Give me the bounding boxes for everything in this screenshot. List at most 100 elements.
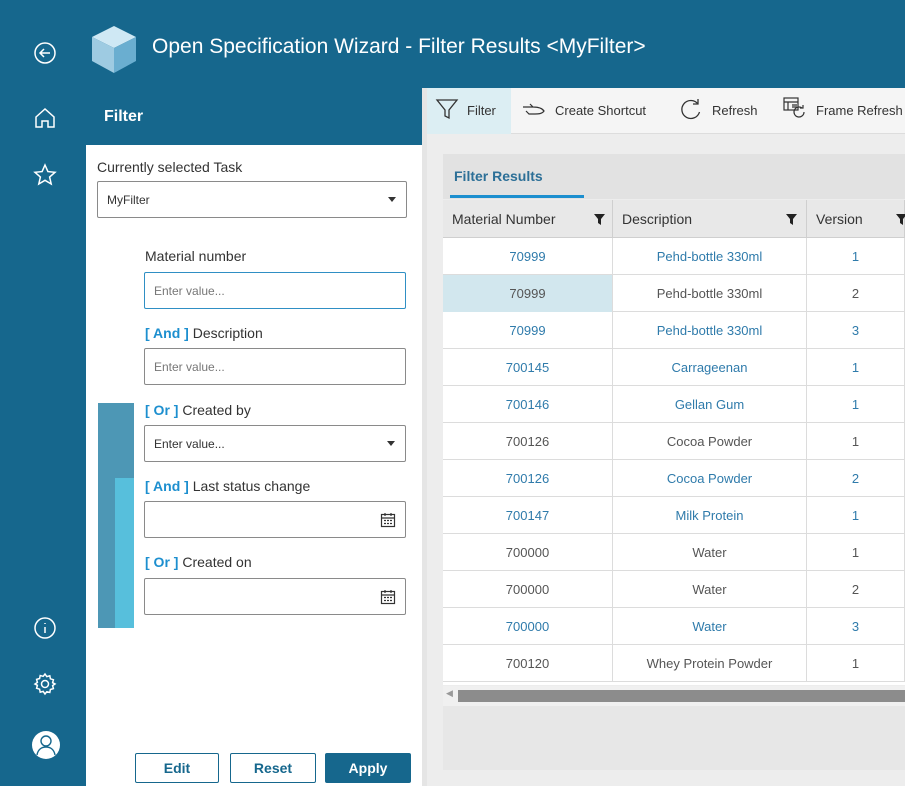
material-number-placeholder: Enter value... — [154, 284, 225, 298]
cell-description[interactable]: Milk Protein — [613, 497, 807, 534]
column-filter-icon[interactable] — [896, 214, 905, 225]
frame-refresh-icon[interactable] — [782, 96, 808, 122]
back-arrow-icon[interactable] — [33, 41, 57, 65]
created-on-label: [ Or ] Created on — [145, 554, 252, 570]
edit-button[interactable]: Edit — [135, 753, 219, 783]
table-row[interactable]: 700146 Gellan Gum 1 — [443, 386, 905, 423]
group-bracket-inner[interactable] — [115, 478, 134, 628]
cell-description[interactable]: Pehd-bottle 330ml — [613, 312, 807, 349]
column-header-version[interactable]: Version — [807, 200, 905, 238]
cell-description[interactable]: Gellan Gum — [613, 386, 807, 423]
chevron-down-icon — [388, 197, 396, 202]
operator-and-toggle[interactable]: [ And ] — [145, 478, 189, 494]
column-filter-icon[interactable] — [786, 214, 797, 225]
material-number-label: Material number — [145, 248, 247, 264]
created-by-placeholder: Enter value... — [154, 437, 225, 451]
shortcut-hand-icon[interactable] — [521, 96, 547, 122]
table-row[interactable]: 700126 Cocoa Powder 1 — [443, 423, 905, 460]
cell-material-number[interactable]: 70999 — [443, 238, 613, 275]
cell-version[interactable]: 1 — [807, 386, 905, 423]
horizontal-scroll-thumb[interactable] — [458, 690, 905, 702]
operator-or-toggle[interactable]: [ Or ] — [145, 554, 178, 570]
cell-version[interactable]: 2 — [807, 571, 905, 608]
cell-version[interactable]: 1 — [807, 497, 905, 534]
table-row[interactable]: 70999 Pehd-bottle 330ml 2 — [443, 275, 905, 312]
star-icon[interactable] — [33, 163, 57, 187]
operator-and-toggle[interactable]: [ And ] — [145, 325, 189, 341]
task-select-value: MyFilter — [107, 193, 150, 207]
cell-description[interactable]: Carrageenan — [613, 349, 807, 386]
created-on-date-input[interactable] — [144, 578, 406, 615]
scroll-left-arrow-icon[interactable]: ◀ — [446, 689, 453, 699]
table-row[interactable]: 700000 Water 1 — [443, 534, 905, 571]
table-row[interactable]: 700120 Whey Protein Powder 1 — [443, 645, 905, 682]
column-header-description[interactable]: Description — [613, 200, 807, 238]
description-input[interactable]: Enter value... — [144, 348, 406, 385]
table-row[interactable]: 700126 Cocoa Powder 2 — [443, 460, 905, 497]
table-row[interactable]: 700000 Water 3 — [443, 608, 905, 645]
cell-material-number[interactable]: 700145 — [443, 349, 613, 386]
user-avatar-icon[interactable] — [31, 730, 61, 760]
cell-description[interactable]: Water — [613, 571, 807, 608]
refresh-icon[interactable] — [678, 96, 704, 122]
refresh-button[interactable]: Refresh — [712, 103, 758, 118]
cell-material-number[interactable]: 70999 — [443, 275, 613, 312]
cell-description[interactable]: Water — [613, 608, 807, 645]
cell-version[interactable]: 1 — [807, 349, 905, 386]
cell-material-number[interactable]: 700126 — [443, 460, 613, 497]
table-row[interactable]: 70999 Pehd-bottle 330ml 3 — [443, 312, 905, 349]
calendar-icon[interactable] — [380, 512, 396, 528]
cell-version[interactable]: 2 — [807, 275, 905, 312]
cell-material-number[interactable]: 700147 — [443, 497, 613, 534]
funnel-icon[interactable] — [434, 96, 460, 122]
reset-button[interactable]: Reset — [230, 753, 316, 783]
results-grid: Material Number Description Version 7099… — [443, 200, 905, 685]
table-row[interactable]: 70999 Pehd-bottle 330ml 1 — [443, 238, 905, 275]
cell-version[interactable]: 2 — [807, 460, 905, 497]
tab-filter-results-label[interactable]: Filter Results — [454, 168, 543, 184]
cell-description[interactable]: Pehd-bottle 330ml — [613, 275, 807, 312]
table-row[interactable]: 700145 Carrageenan 1 — [443, 349, 905, 386]
filter-panel-title: Filter — [104, 108, 144, 125]
cell-version[interactable]: 3 — [807, 608, 905, 645]
cell-material-number[interactable]: 700126 — [443, 423, 613, 460]
cell-material-number[interactable]: 700000 — [443, 534, 613, 571]
created-by-select[interactable]: Enter value... — [144, 425, 406, 462]
filter-toolbar-label[interactable]: Filter — [467, 103, 496, 118]
app-logo-cube-icon — [92, 26, 136, 73]
table-row[interactable]: 700000 Water 2 — [443, 571, 905, 608]
column-header-material-number[interactable]: Material Number — [443, 200, 613, 238]
table-row[interactable]: 700147 Milk Protein 1 — [443, 497, 905, 534]
cell-description[interactable]: Pehd-bottle 330ml — [613, 238, 807, 275]
gear-icon[interactable] — [33, 672, 57, 696]
cell-material-number[interactable]: 700000 — [443, 608, 613, 645]
column-filter-icon[interactable] — [594, 214, 605, 225]
column-header-label: Description — [622, 211, 693, 227]
cell-version[interactable]: 1 — [807, 238, 905, 275]
create-shortcut-button[interactable]: Create Shortcut — [555, 103, 646, 118]
calendar-icon[interactable] — [380, 589, 396, 605]
cell-material-number[interactable]: 700146 — [443, 386, 613, 423]
operator-or-toggle[interactable]: [ Or ] — [145, 402, 178, 418]
home-icon[interactable] — [33, 106, 57, 130]
apply-button[interactable]: Apply — [325, 753, 411, 783]
cell-description[interactable]: Cocoa Powder — [613, 423, 807, 460]
cell-description[interactable]: Water — [613, 534, 807, 571]
material-number-input[interactable]: Enter value... — [144, 272, 406, 309]
last-status-change-date-input[interactable] — [144, 501, 406, 538]
cell-material-number[interactable]: 70999 — [443, 312, 613, 349]
grid-footer — [443, 706, 905, 770]
task-select[interactable]: MyFilter — [97, 181, 407, 218]
frame-refresh-button[interactable]: Frame Refresh — [816, 103, 903, 118]
filter-panel-header: Filter — [86, 88, 422, 145]
created-by-label: [ Or ] Created by — [145, 402, 251, 418]
info-icon[interactable] — [33, 616, 57, 640]
cell-material-number[interactable]: 700120 — [443, 645, 613, 682]
cell-version[interactable]: 1 — [807, 645, 905, 682]
cell-material-number[interactable]: 700000 — [443, 571, 613, 608]
cell-description[interactable]: Cocoa Powder — [613, 460, 807, 497]
cell-version[interactable]: 3 — [807, 312, 905, 349]
cell-version[interactable]: 1 — [807, 534, 905, 571]
cell-version[interactable]: 1 — [807, 423, 905, 460]
cell-description[interactable]: Whey Protein Powder — [613, 645, 807, 682]
